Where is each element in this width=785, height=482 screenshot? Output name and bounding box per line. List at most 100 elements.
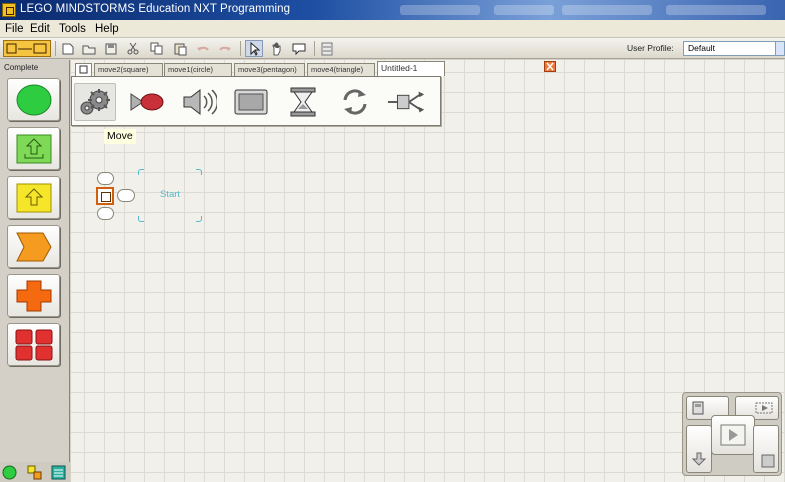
start-connector[interactable] xyxy=(117,189,135,202)
download-icon xyxy=(691,452,707,466)
sequence-beam-bottom[interactable] xyxy=(97,207,114,220)
new-button[interactable] xyxy=(59,40,77,57)
chevron-down-icon[interactable] xyxy=(775,42,784,55)
common-palette-button[interactable] xyxy=(7,78,60,121)
user-profile-label: User Profile: xyxy=(627,43,674,53)
action-palette-button[interactable] xyxy=(7,127,60,170)
toolbar-separator xyxy=(314,41,315,56)
robot-educator-icon xyxy=(6,43,47,53)
cut-button[interactable] xyxy=(124,40,142,57)
stop-icon xyxy=(761,454,775,468)
nxt-controller xyxy=(682,392,782,476)
title-bar: LEGO MINDSTORMS Education NXT Programmin… xyxy=(0,0,785,20)
tab-program-icon[interactable] xyxy=(75,63,92,76)
start-label: Start xyxy=(159,189,181,200)
switch-block[interactable] xyxy=(386,83,428,121)
menu-tools[interactable]: Tools xyxy=(59,23,86,35)
robot-educator-button[interactable] xyxy=(3,40,51,57)
open-button[interactable] xyxy=(80,40,98,57)
display-block[interactable] xyxy=(230,83,272,121)
display-icon xyxy=(234,89,268,115)
menu-edit[interactable]: Edit xyxy=(30,23,50,35)
sequence-beam-top[interactable] xyxy=(97,172,114,185)
speaker-icon xyxy=(183,88,217,116)
move-block[interactable] xyxy=(74,83,116,121)
open-folder-icon xyxy=(82,45,96,54)
pentagon-arrow-icon xyxy=(15,232,52,261)
program-tabs: move2(square) move1(circle) move3(pentag… xyxy=(71,60,785,76)
drop-corner xyxy=(196,216,202,222)
palette-list-icon xyxy=(321,42,333,55)
download-button[interactable] xyxy=(686,425,712,473)
common-palette-tab-icon[interactable] xyxy=(2,465,17,480)
user-profile-select[interactable]: Default xyxy=(683,41,785,56)
advanced-palette-button[interactable] xyxy=(7,323,60,366)
palette-tabs xyxy=(0,462,70,482)
up-arrow-icon xyxy=(16,183,51,212)
record-play-block[interactable] xyxy=(126,83,168,121)
undo-icon xyxy=(197,46,209,51)
flow-palette-button[interactable] xyxy=(7,225,60,268)
comment-icon xyxy=(292,43,306,55)
start-drop-target[interactable]: Start xyxy=(138,169,202,222)
complete-palette-tab-icon[interactable] xyxy=(27,465,42,480)
pointer-icon xyxy=(250,41,261,56)
close-tab-button[interactable] xyxy=(544,61,556,72)
tab-untitled[interactable]: Untitled-1 xyxy=(377,61,445,76)
loop-block[interactable] xyxy=(334,83,376,121)
palette-label: Complete xyxy=(4,63,39,72)
record-icon xyxy=(130,93,164,111)
app-icon xyxy=(2,3,16,17)
taskbar-blur xyxy=(562,5,652,15)
drop-corner xyxy=(196,169,202,175)
pointer-tool-button[interactable] xyxy=(245,40,263,57)
save-button[interactable] xyxy=(102,40,120,57)
gear-icon xyxy=(80,89,110,115)
sound-block[interactable] xyxy=(178,83,220,121)
drop-corner xyxy=(138,169,144,175)
start-point[interactable] xyxy=(96,187,114,205)
play-selected-icon xyxy=(755,402,773,414)
close-icon xyxy=(546,62,554,71)
hand-icon xyxy=(272,42,281,55)
custom-palette-tab-icon[interactable] xyxy=(51,465,66,480)
menu-bar: File Edit Tools Help xyxy=(0,20,785,38)
undo-button[interactable] xyxy=(194,40,212,57)
menu-help[interactable]: Help xyxy=(95,23,119,35)
block-tooltip: Move xyxy=(104,129,136,144)
taskbar-blur xyxy=(666,5,766,15)
program-icon xyxy=(79,65,88,74)
plus-cross-icon xyxy=(16,280,51,311)
toolbar-separator xyxy=(55,41,56,56)
data-palette-button[interactable] xyxy=(7,274,60,317)
hourglass-icon xyxy=(290,87,316,117)
copy-button[interactable] xyxy=(148,40,166,57)
user-profile-value: Default xyxy=(688,43,715,53)
download-and-run-button[interactable] xyxy=(711,415,755,455)
pan-tool-button[interactable] xyxy=(268,40,286,57)
stop-button[interactable] xyxy=(753,425,779,473)
save-icon xyxy=(105,43,117,54)
paste-button[interactable] xyxy=(171,40,189,57)
tab-move1[interactable]: move1(circle) xyxy=(164,63,232,76)
green-circle-icon xyxy=(16,84,51,115)
wait-block[interactable] xyxy=(282,83,324,121)
paste-icon xyxy=(174,43,187,55)
block-palette: Complete xyxy=(0,60,70,482)
toolbar: User Profile: Default xyxy=(0,38,785,59)
redo-button[interactable] xyxy=(216,40,234,57)
custom-palette-button[interactable] xyxy=(318,40,336,57)
tab-move4[interactable]: move4(triangle) xyxy=(307,63,375,76)
comment-tool-button[interactable] xyxy=(290,40,308,57)
menu-file[interactable]: File xyxy=(5,23,24,35)
toolbar-separator xyxy=(240,41,241,56)
common-blocks-flyout xyxy=(71,76,441,126)
tab-move2[interactable]: move2(square) xyxy=(94,63,163,76)
drop-corner xyxy=(138,216,144,222)
upload-arrow-icon xyxy=(16,134,51,163)
nxt-brick-icon xyxy=(692,401,704,415)
taskbar-blur xyxy=(494,5,554,15)
sensor-palette-button[interactable] xyxy=(7,176,60,219)
redo-icon xyxy=(219,46,231,51)
tab-move3[interactable]: move3(pentagon) xyxy=(234,63,305,76)
